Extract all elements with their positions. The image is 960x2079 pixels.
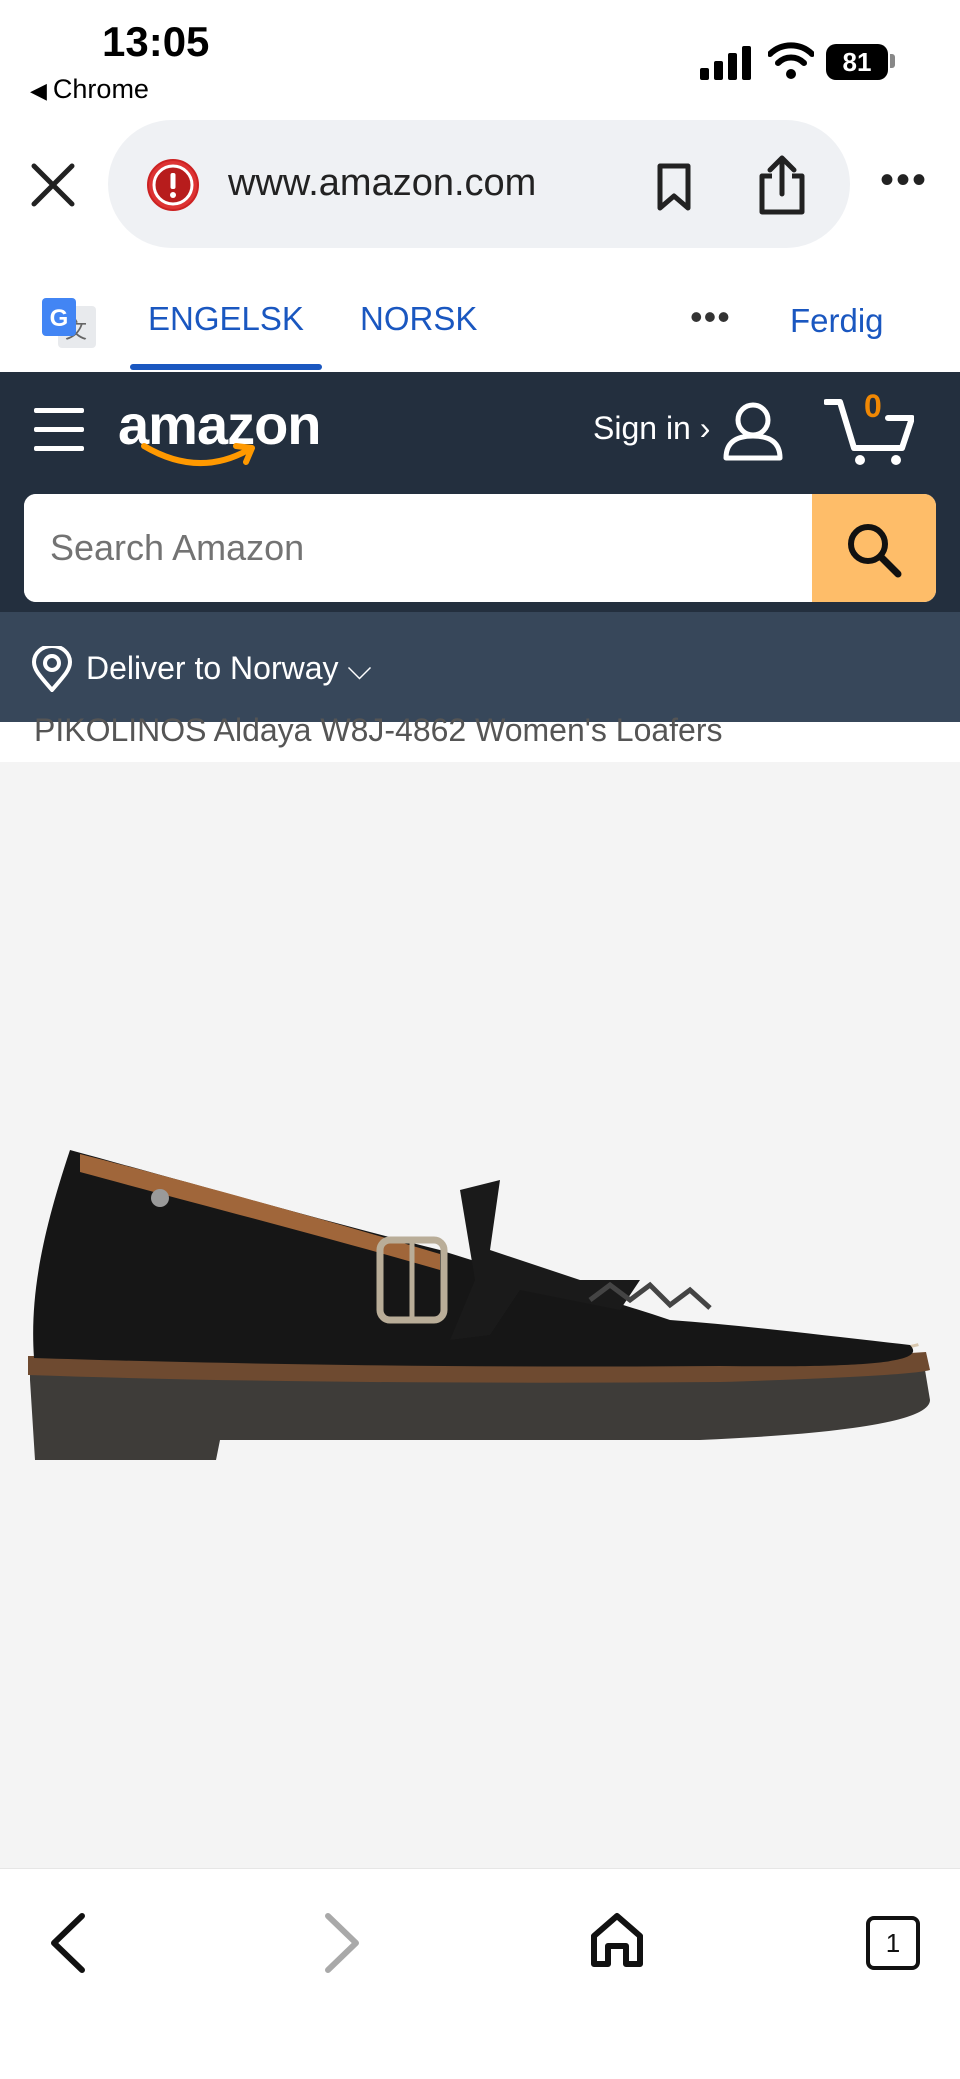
warning-icon[interactable] [146,158,200,212]
amazon-smile-logo [141,443,255,467]
search-icon [848,524,902,578]
back-app-label: Chrome [52,74,149,104]
url-text[interactable]: www.amazon.com [228,162,536,205]
location-pin-icon [32,646,72,692]
signal-icon [700,44,752,80]
deliver-to-label[interactable]: Deliver to Norway ⌵ [86,650,372,688]
tabs-count-button[interactable]: 1 [866,1916,920,1970]
battery-indicator: 81 [826,44,888,80]
bookmark-icon[interactable] [654,162,694,212]
search-button[interactable] [812,494,936,602]
home-icon[interactable] [588,1910,646,1970]
tab-selected-underline [130,364,322,370]
google-translate-icon: 文 G [42,298,96,348]
cart-count-badge: 0 [864,388,882,424]
product-title[interactable]: PIKOLINOS Aldaya W8J-4862 Women's Loafer… [34,712,723,749]
translate-more-icon[interactable]: ••• [690,296,731,338]
back-to-app-link[interactable]: ◀ Chrome [30,74,149,105]
search-bar [24,494,936,602]
translate-done-button[interactable]: Ferdig [790,302,884,340]
user-icon[interactable] [722,400,784,462]
battery-nub [890,54,895,68]
back-arrow-icon[interactable] [48,1912,88,1974]
wifi-icon [768,42,814,79]
svg-text:G: G [50,305,69,332]
tab-target-language[interactable]: NORSK [360,300,477,338]
forward-arrow-icon[interactable] [322,1912,362,1974]
product-image[interactable] [20,1120,940,1500]
tab-source-language[interactable]: ENGELSK [148,300,304,338]
search-input[interactable] [24,494,812,602]
close-icon[interactable] [30,162,76,208]
more-icon[interactable]: ••• [880,160,928,200]
status-time: 13:05 [102,18,210,65]
back-triangle-icon: ◀ [30,78,47,103]
browser-toolbar [0,1868,960,2079]
hamburger-menu-icon[interactable] [34,408,84,452]
share-icon[interactable] [756,154,808,216]
sign-in-link[interactable]: Sign in › [593,410,710,447]
